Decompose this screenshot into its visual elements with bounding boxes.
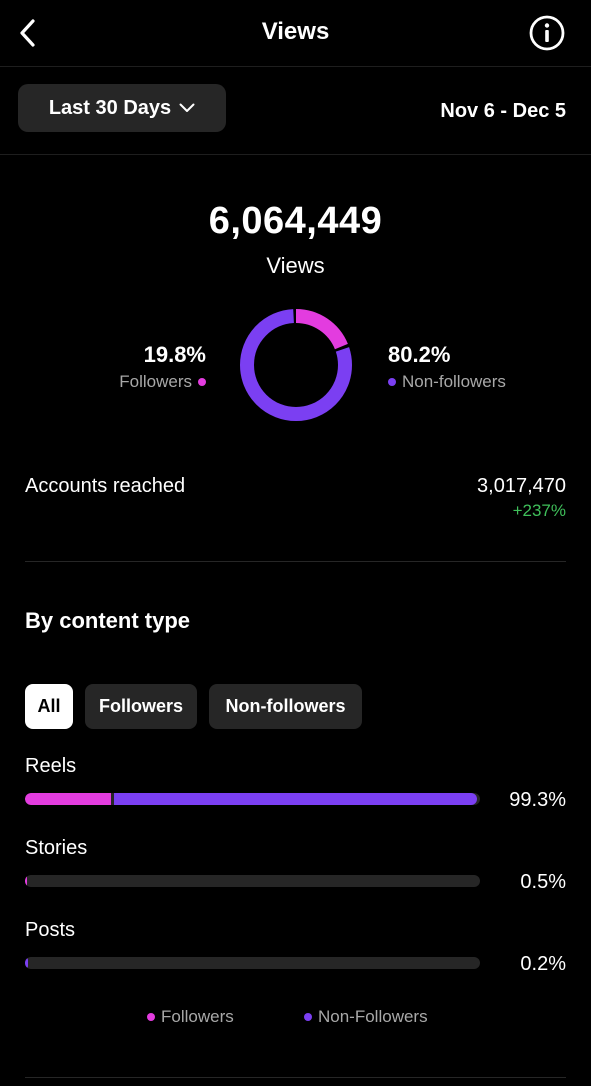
posts-nonfollowers-segment <box>25 957 28 969</box>
followers-dot-icon <box>198 378 206 386</box>
posts-label: Posts <box>25 919 76 941</box>
stories-label: Stories <box>25 837 88 859</box>
date-range-text: Nov 6 - Dec 5 <box>440 100 566 122</box>
legend-nonfollowers: Non-Followers <box>304 1007 428 1027</box>
nonfollowers-percent: 80.2% <box>388 342 451 367</box>
followers-stat: 19.8% Followers <box>60 342 206 392</box>
reels-nonfollowers-segment <box>114 793 477 805</box>
stories-followers-segment <box>25 875 28 887</box>
accounts-reached-label: Accounts reached <box>25 475 186 497</box>
tab-non-followers[interactable]: Non-followers <box>209 684 362 729</box>
legend-followers: Followers <box>147 1007 234 1027</box>
followers-label: Followers <box>119 372 192 391</box>
posts-bar <box>25 957 480 969</box>
reels-percent: 99.3% <box>509 789 566 811</box>
nonfollowers-label: Non-followers <box>402 372 506 391</box>
total-views-value: 6,064,449 <box>208 200 383 242</box>
stories-bar <box>25 875 480 887</box>
date-range-dropdown[interactable]: Last 30 Days <box>18 84 226 132</box>
followers-percent: 19.8% <box>143 342 206 367</box>
stories-percent: 0.5% <box>520 871 566 893</box>
page-title: Views <box>261 18 330 45</box>
reels-followers-segment <box>25 793 112 805</box>
bottom-divider <box>25 1077 566 1078</box>
section-divider <box>25 561 566 562</box>
nonfollowers-dot-icon <box>388 378 396 386</box>
tab-followers[interactable]: Followers <box>85 684 197 729</box>
content-type-title: By content type <box>25 608 191 633</box>
info-icon <box>529 15 565 51</box>
legend-followers-dot-icon <box>147 1013 155 1021</box>
total-views-label: Views <box>266 253 325 278</box>
legend-nonfollowers-dot-icon <box>304 1013 312 1021</box>
date-range-dropdown-label: Last 30 Days <box>48 96 172 119</box>
posts-percent: 0.2% <box>520 953 566 975</box>
info-button[interactable] <box>528 14 566 52</box>
accounts-reached-value: 3,017,470 <box>477 475 566 497</box>
accounts-reached-change: +237% <box>512 501 566 520</box>
reels-label: Reels <box>25 755 77 777</box>
views-donut-chart <box>240 309 352 421</box>
chevron-down-icon <box>179 103 195 112</box>
tab-all[interactable]: All <box>25 684 73 729</box>
nonfollowers-stat: 80.2% Non-followers <box>388 342 568 392</box>
legend-followers-label: Followers <box>161 1007 234 1026</box>
reels-bar <box>25 793 480 805</box>
legend-nonfollowers-label: Non-Followers <box>318 1007 428 1026</box>
